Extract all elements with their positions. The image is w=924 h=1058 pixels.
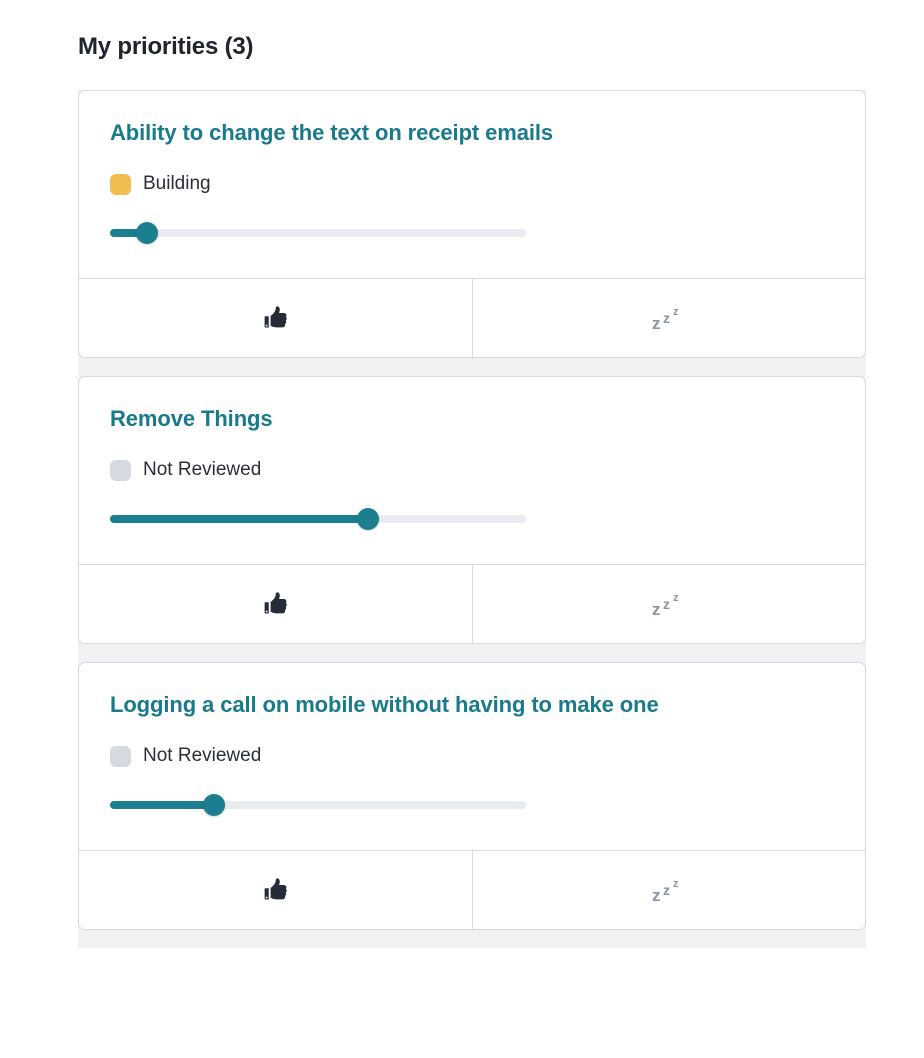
slider-fill [110,801,214,809]
status-label: Not Reviewed [143,745,262,766]
status-label: Not Reviewed [143,459,262,480]
snooze-icon: z z z [652,876,686,905]
snooze-button[interactable]: z z z [472,851,865,929]
slider-thumb[interactable] [136,222,159,244]
snooze-z-small: z [673,878,679,890]
page-title: My priorities (3) [78,33,254,60]
priority-card[interactable]: Logging a call on mobile without having … [78,662,866,930]
priority-title[interactable]: Remove Things [110,405,834,433]
slider-fill [110,515,368,523]
thumbs-up-icon [263,591,289,617]
card-separator [78,358,866,376]
status-row: Not Reviewed [110,745,834,767]
snooze-z-large: z [652,600,661,619]
status-badge-swatch [110,745,131,767]
snooze-z-small: z [673,306,679,318]
priority-card-body: Ability to change the text on receipt em… [79,91,865,278]
card-action-row: z z z [79,278,865,357]
snooze-z-medium: z [663,310,670,326]
priority-card-body: Remove Things Not Reviewed [79,377,865,564]
snooze-icon: z z z [652,590,686,619]
snooze-z-medium: z [663,596,670,612]
priority-card[interactable]: Ability to change the text on receipt em… [78,90,866,358]
list-bottom-spacer [78,930,866,948]
card-action-row: z z z [79,564,865,643]
status-label: Building [143,173,211,194]
thumbs-up-icon [263,877,289,903]
status-badge-swatch [110,173,131,195]
snooze-z-large: z [652,314,661,333]
slider-track[interactable] [110,229,526,237]
snooze-z-medium: z [663,882,670,898]
slider-thumb[interactable] [356,508,379,530]
snooze-z-small: z [673,592,679,604]
snooze-icon: z z z [652,304,686,333]
snooze-button[interactable]: z z z [472,279,865,357]
priority-card-list: Ability to change the text on receipt em… [78,90,866,948]
priority-slider[interactable] [110,222,526,244]
priority-card-body: Logging a call on mobile without having … [79,663,865,850]
card-separator [78,644,866,662]
snooze-button[interactable]: z z z [472,565,865,643]
priority-card[interactable]: Remove Things Not Reviewed z z z [78,376,866,644]
upvote-button[interactable] [79,851,472,929]
priority-slider[interactable] [110,794,526,816]
priorities-page: My priorities (3) Ability to change the … [0,0,924,1058]
status-badge-swatch [110,459,131,481]
priority-title[interactable]: Ability to change the text on receipt em… [110,119,834,147]
status-row: Building [110,173,834,195]
status-row: Not Reviewed [110,459,834,481]
upvote-button[interactable] [79,279,472,357]
card-action-row: z z z [79,850,865,929]
priority-slider[interactable] [110,508,526,530]
snooze-z-large: z [652,886,661,905]
priority-title[interactable]: Logging a call on mobile without having … [110,691,834,719]
upvote-button[interactable] [79,565,472,643]
slider-thumb[interactable] [203,794,225,816]
thumbs-up-icon [263,305,289,331]
